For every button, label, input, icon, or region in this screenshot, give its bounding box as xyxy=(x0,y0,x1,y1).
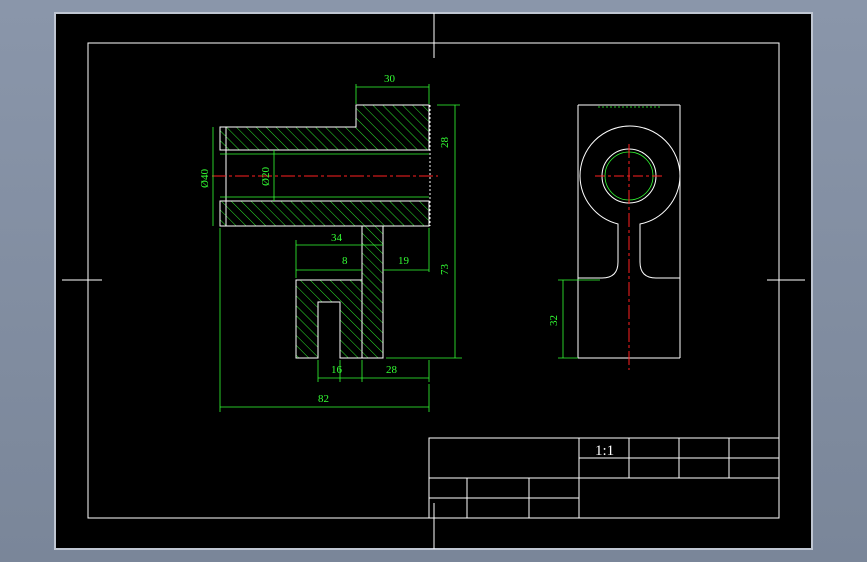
dim-width-19: 19 xyxy=(398,255,410,267)
dim-top-width: 30 xyxy=(384,73,396,85)
dim-lower-height: 32 xyxy=(548,315,560,326)
dim-slot-width: 16 xyxy=(331,364,343,376)
cad-drawing-canvas: 30 28 Ø40 Ø20 34 8 19 73 16 28 82 32 1:1 xyxy=(54,12,813,550)
dim-total-length: 82 xyxy=(318,393,329,405)
scale-label: 1:1 xyxy=(595,443,614,459)
dim-outer-diameter: Ø40 xyxy=(199,169,211,188)
drawing-sheet xyxy=(54,12,813,550)
dim-width-34: 34 xyxy=(331,232,343,244)
dim-right-28: 28 xyxy=(386,364,398,376)
dim-top-height: 28 xyxy=(439,137,451,149)
dim-total-height: 73 xyxy=(439,264,451,276)
dim-bore-diameter: Ø20 xyxy=(260,167,272,186)
dim-width-8: 8 xyxy=(342,255,348,267)
